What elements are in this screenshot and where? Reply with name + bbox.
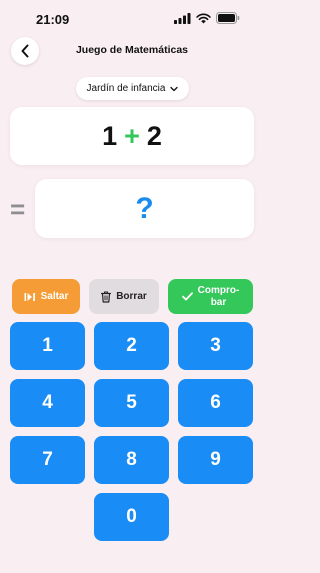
check-button[interactable]: Compro- bar (168, 279, 253, 314)
level-select-value: Jardín de infancia (86, 83, 166, 94)
skip-button[interactable]: Saltar (12, 279, 80, 314)
key-6[interactable]: 6 (178, 379, 253, 427)
key-2[interactable]: 2 (94, 322, 169, 370)
checkmark-icon (181, 292, 193, 301)
key-4[interactable]: 4 (10, 379, 85, 427)
operand-2: 2 (146, 120, 162, 151)
answer-display: ? (35, 179, 254, 238)
operand-1: 1 (102, 120, 118, 151)
equals-sign: = (10, 194, 26, 224)
check-button-label: Compro- bar (198, 285, 240, 309)
operator: + (124, 120, 140, 151)
wifi-icon (196, 13, 211, 23)
skip-button-label: Saltar (40, 291, 69, 302)
status-bar: 21:09 (0, 0, 264, 36)
nav-bar: Juego de Matemáticas (0, 36, 264, 66)
problem-card: 1 + 2 (10, 107, 254, 165)
key-8[interactable]: 8 (94, 436, 169, 484)
skip-forward-icon (24, 292, 35, 301)
key-7[interactable]: 7 (10, 436, 85, 484)
key-1[interactable]: 1 (10, 322, 85, 370)
answer-value: ? (135, 191, 154, 225)
key-5[interactable]: 5 (94, 379, 169, 427)
key-9[interactable]: 9 (178, 436, 253, 484)
clear-button-label: Borrar (116, 291, 147, 302)
clear-button[interactable]: Borrar (89, 279, 159, 314)
key-3[interactable]: 3 (178, 322, 253, 370)
status-icons (174, 12, 240, 24)
trash-icon (101, 290, 112, 303)
level-select[interactable]: Jardín de infancia (76, 77, 189, 100)
battery-icon (216, 12, 240, 24)
check-button-label-line2: bar (210, 296, 227, 308)
status-time: 21:09 (36, 12, 70, 27)
key-0[interactable]: 0 (94, 493, 169, 541)
check-button-label-line1: Compro- (197, 284, 240, 296)
chevron-down-icon (170, 86, 179, 91)
page-title: Juego de Matemáticas (75, 44, 189, 56)
signal-bars-icon (174, 12, 191, 24)
